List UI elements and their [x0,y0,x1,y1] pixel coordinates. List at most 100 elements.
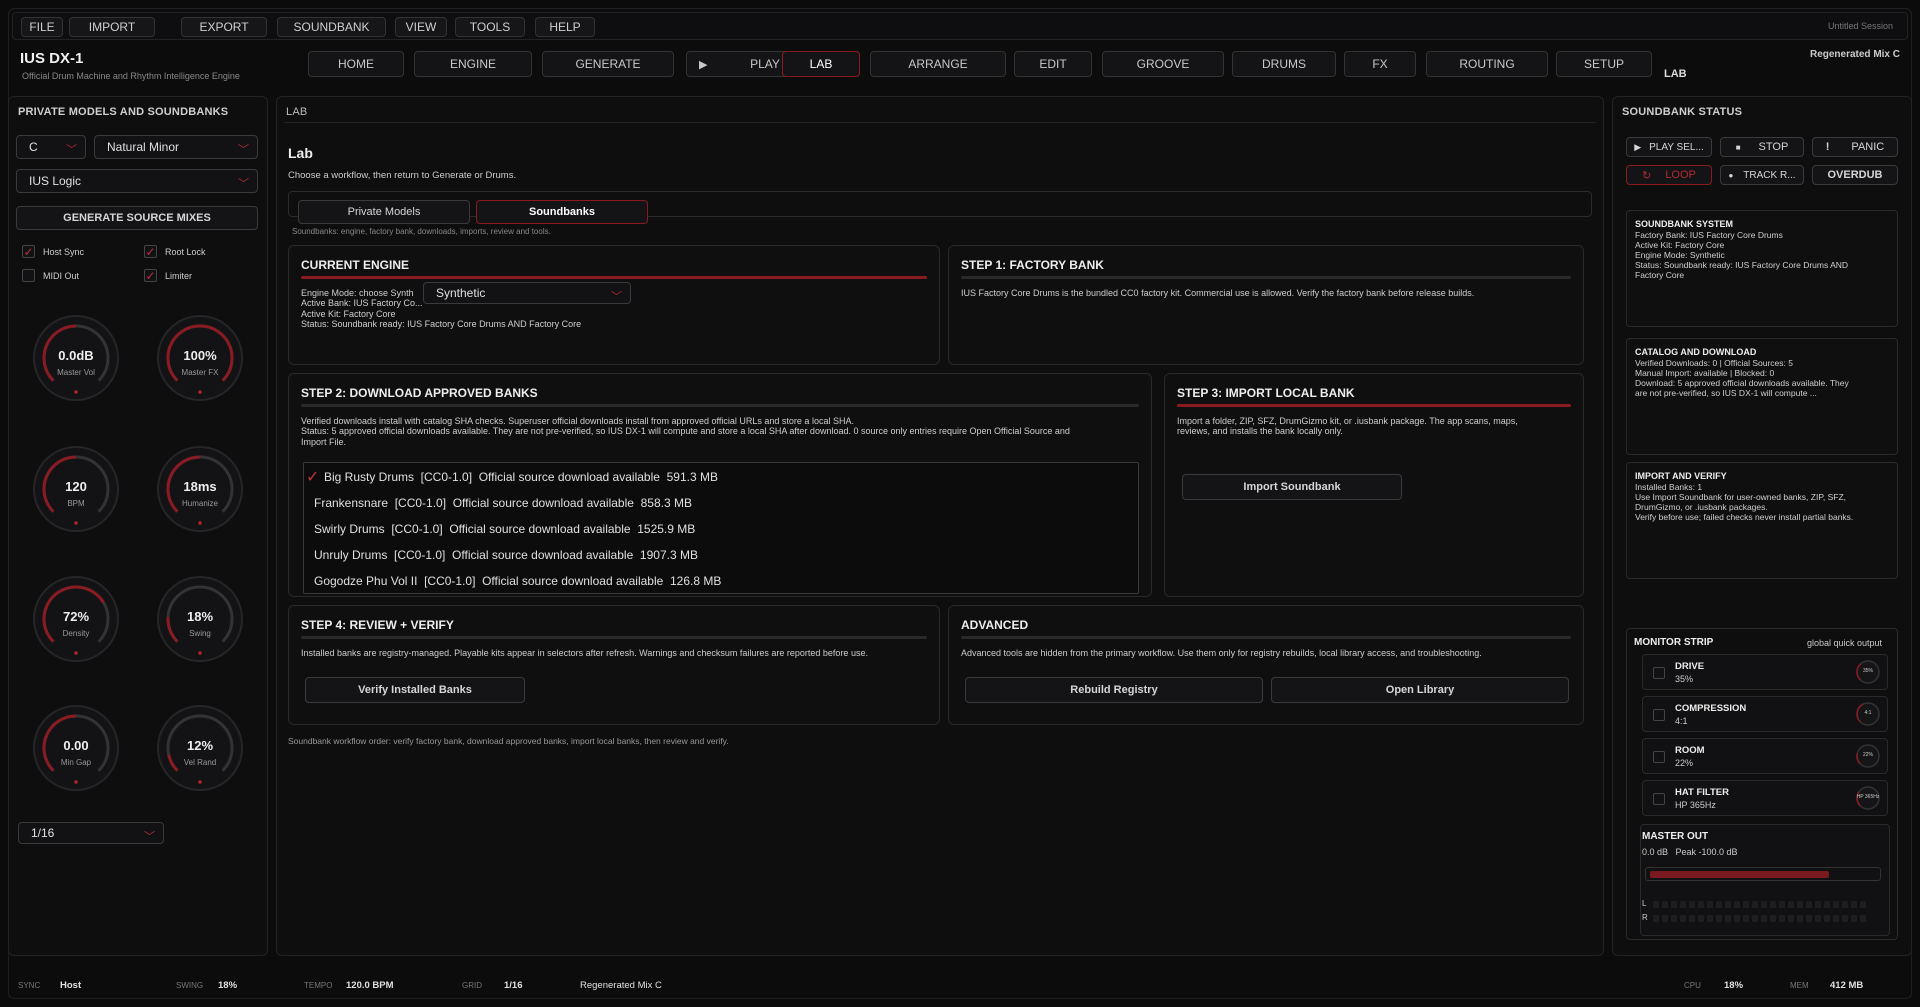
bank-list: ✓ Big Rusty Drums [CC0-1.0] Official sou… [303,462,1139,594]
monitor-row[interactable]: ROOM 22% 22% [1642,738,1888,774]
monitor-knob[interactable]: 4:1 [1855,701,1881,727]
box-title: SOUNDBANK SYSTEM [1635,219,1734,229]
monitor-name: DRIVE [1675,661,1705,672]
menu-file[interactable]: FILE [21,17,63,37]
nav-arrange[interactable]: ARRANGE [870,51,1006,77]
knob[interactable]: 100% Master FX [156,314,244,402]
knob-value: 0.0dB [58,348,94,363]
nav-setup[interactable]: SETUP [1556,51,1652,77]
knob[interactable]: 18% Swing [156,575,244,663]
limiter-checkbox[interactable]: ✓ Limiter [144,269,192,283]
knob[interactable]: 0.00 Min Gap [32,704,120,792]
step1-card: STEP 1: FACTORY BANK IUS Factory Core Dr… [948,245,1584,365]
model-select[interactable]: IUS Logic ﹀ [16,169,258,193]
knob[interactable]: 0.0dB Master Vol [32,314,120,402]
nav-engine[interactable]: ENGINE [414,51,532,77]
loop-button[interactable]: ↻ LOOP [1626,165,1712,185]
monitor-toggle[interactable] [1653,751,1665,763]
nav-drums[interactable]: DRUMS [1232,51,1336,77]
system-line: Active Kit: Factory Core [1635,240,1725,250]
menu-view[interactable]: VIEW [395,17,447,37]
nav-home[interactable]: HOME [308,51,404,77]
menu-import[interactable]: IMPORT [69,17,155,37]
meter-segment [1698,901,1704,908]
current-engine-card: CURRENT ENGINE Engine Mode: choose Synth… [288,245,940,365]
midi-out-label: MIDI Out [43,270,80,281]
grid-select[interactable]: 1/16 ﹀ [18,822,164,844]
nav-lab[interactable]: LAB [782,51,860,77]
tab-private-models[interactable]: Private Models [298,200,470,224]
grid-key: GRID [462,981,482,990]
meter-segment [1824,915,1830,922]
play-selected-button[interactable]: ▶ PLAY SEL... [1626,137,1712,157]
nav-routing[interactable]: ROUTING [1426,51,1548,77]
monitor-toggle[interactable] [1653,709,1665,721]
panic-button[interactable]: ! PANIC [1812,137,1898,157]
menu-help[interactable]: HELP [535,17,595,37]
monitor-knob-value: 22% [1862,752,1873,758]
nav-edit[interactable]: EDIT [1014,51,1092,77]
meter-segment [1779,915,1785,922]
knob[interactable]: 18ms Humanize [156,445,244,533]
nav-fx[interactable]: FX [1344,51,1416,77]
right-panel-title: SOUNDBANK STATUS [1622,106,1743,118]
monitor-row[interactable]: HAT FILTER HP 365Hz HP 365Hz [1642,780,1888,816]
bank-list-item[interactable]: Big Rusty Drums [CC0-1.0] Official sourc… [324,470,718,484]
knob[interactable]: 120 BPM [32,445,120,533]
meter-segment [1680,901,1686,908]
meter-segment [1860,915,1866,922]
engine-mode-select[interactable]: Synthetic ﹀ [423,282,631,304]
menu-soundbank[interactable]: SOUNDBANK [277,17,386,37]
nav-generate[interactable]: GENERATE [542,51,674,77]
knob-value: 72% [62,609,90,624]
host-sync-checkbox[interactable]: ✓ Host Sync [22,245,84,259]
track-record-button[interactable]: ● TRACK R... [1720,165,1804,185]
menu-tools[interactable]: TOOLS [455,17,525,37]
stop-button[interactable]: ■ STOP [1720,137,1804,157]
loop-icon: ↻ [1642,169,1652,182]
overdub-button[interactable]: OVERDUB [1812,165,1898,185]
meter-segment [1653,915,1659,922]
card-title: CURRENT ENGINE [301,258,410,272]
monitor-knob[interactable]: 35% [1855,659,1881,685]
midi-out-checkbox[interactable]: MIDI Out [22,269,79,282]
knob[interactable]: 72% Density [32,575,120,663]
master-out-title: MASTER OUT [1642,831,1709,842]
menu-export[interactable]: EXPORT [181,17,267,37]
monitor-row[interactable]: DRIVE 35% 35% [1642,654,1888,690]
monitor-knob[interactable]: 22% [1855,743,1881,769]
monitor-toggle[interactable] [1653,793,1665,805]
stop-label: STOP [1758,141,1789,153]
step4-text: Installed banks are registry-managed. Pl… [301,648,868,658]
rebuild-registry-button[interactable]: Rebuild Registry [965,677,1263,703]
knob[interactable]: 12% Vel Rand [156,704,244,792]
tab-soundbanks[interactable]: Soundbanks [476,200,648,224]
meter-segment [1707,915,1713,922]
master-out-value: 0.0 dB Peak -100.0 dB [1642,847,1738,857]
bank-list-item[interactable]: Frankensnare [CC0-1.0] Official source d… [314,496,692,510]
monitor-value: 22% [1675,758,1694,768]
monitor-knob[interactable]: HP 365Hz [1855,785,1881,811]
meter-segment [1716,915,1722,922]
nav-groove[interactable]: GROOVE [1102,51,1224,77]
import-soundbank-button[interactable]: Import Soundbank [1182,474,1402,500]
verify-installed-banks-button[interactable]: Verify Installed Banks [305,677,525,703]
meter-segment [1707,901,1713,908]
open-library-button[interactable]: Open Library [1271,677,1569,703]
bank-list-item[interactable]: Swirly Drums [CC0-1.0] Official source d… [314,522,695,536]
key-select[interactable]: C ﹀ [16,135,86,159]
lab-description: Choose a workflow, then return to Genera… [288,170,517,181]
meter-segment [1752,915,1758,922]
tempo-key: TEMPO [304,981,333,990]
card-title: ADVANCED [961,618,1029,632]
bank-list-item[interactable]: Unruly Drums [CC0-1.0] Official source d… [314,548,698,562]
bank-list-item[interactable]: Gogodze Phu Vol II [CC0-1.0] Official so… [314,574,721,588]
monitor-toggle[interactable] [1653,667,1665,679]
scale-select[interactable]: Natural Minor ﹀ [94,135,258,159]
generate-source-mixes-button[interactable]: GENERATE SOURCE MIXES [16,206,258,230]
monitor-row[interactable]: COMPRESSION 4:1 4:1 [1642,696,1888,732]
meter-segment [1653,901,1659,908]
right-channel-meter [1653,915,1866,922]
loop-label: LOOP [1665,169,1696,181]
root-lock-checkbox[interactable]: ✓ Root Lock [144,245,206,259]
